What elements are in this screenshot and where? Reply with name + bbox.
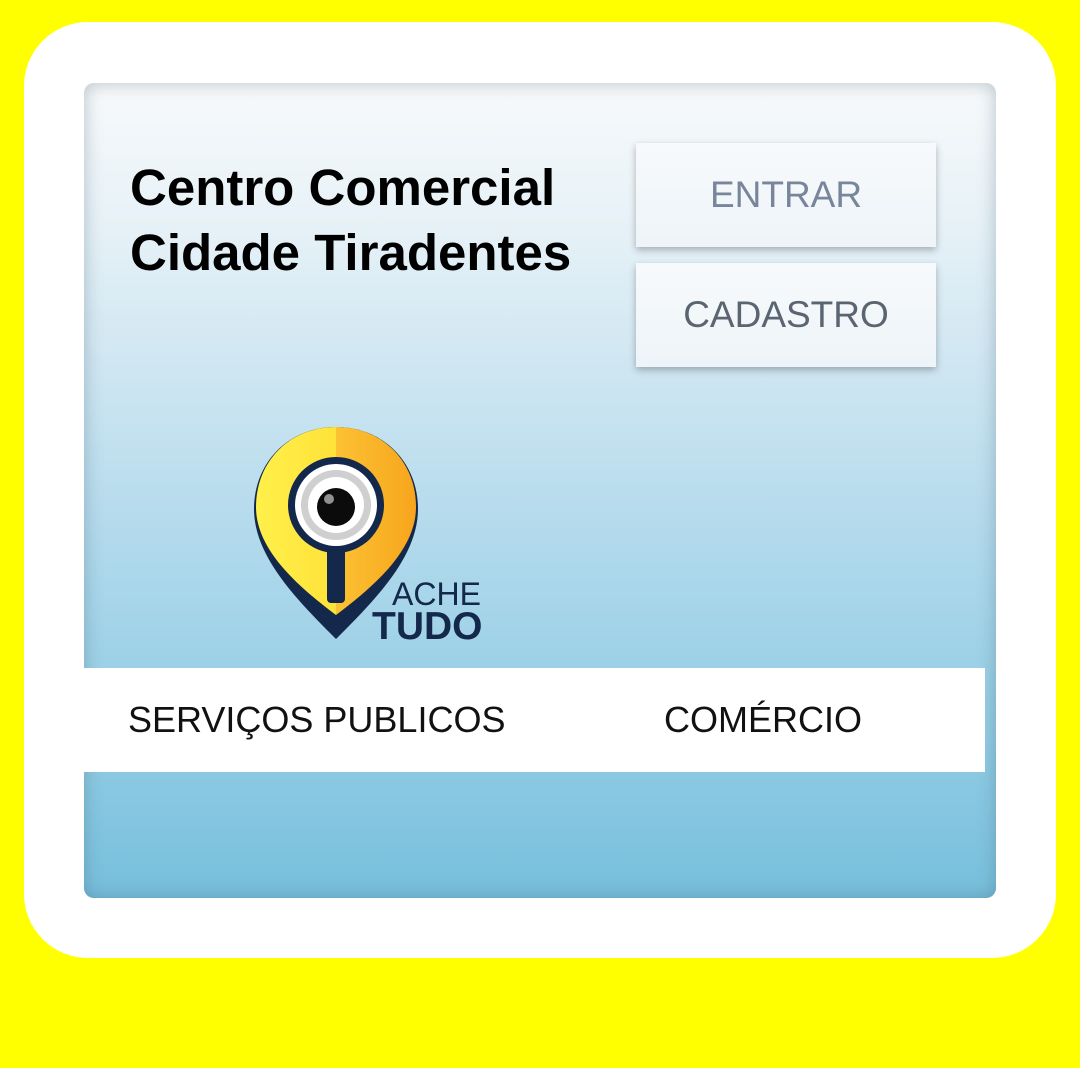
map-pin-magnifier-icon: ACHE TUDO bbox=[254, 427, 483, 648]
app-screen: Centro Comercial Cidade Tiradentes ENTRA… bbox=[84, 83, 996, 898]
tab-servicos-publicos[interactable]: SERVIÇOS PUBLICOS bbox=[128, 668, 505, 772]
login-button[interactable]: ENTRAR bbox=[636, 143, 936, 247]
category-tab-bar: SERVIÇOS PUBLICOS COMÉRCIO bbox=[84, 668, 985, 772]
tab-comercio[interactable]: COMÉRCIO bbox=[664, 668, 862, 772]
page-title-line-2: Cidade Tiradentes bbox=[130, 224, 572, 281]
signup-button[interactable]: CADASTRO bbox=[636, 263, 936, 367]
ache-tudo-logo: ACHE TUDO bbox=[252, 425, 502, 650]
page-title: Centro Comercial Cidade Tiradentes bbox=[130, 155, 571, 285]
logo-text-tudo: TUDO bbox=[372, 605, 483, 648]
page-title-line-1: Centro Comercial bbox=[130, 159, 556, 216]
